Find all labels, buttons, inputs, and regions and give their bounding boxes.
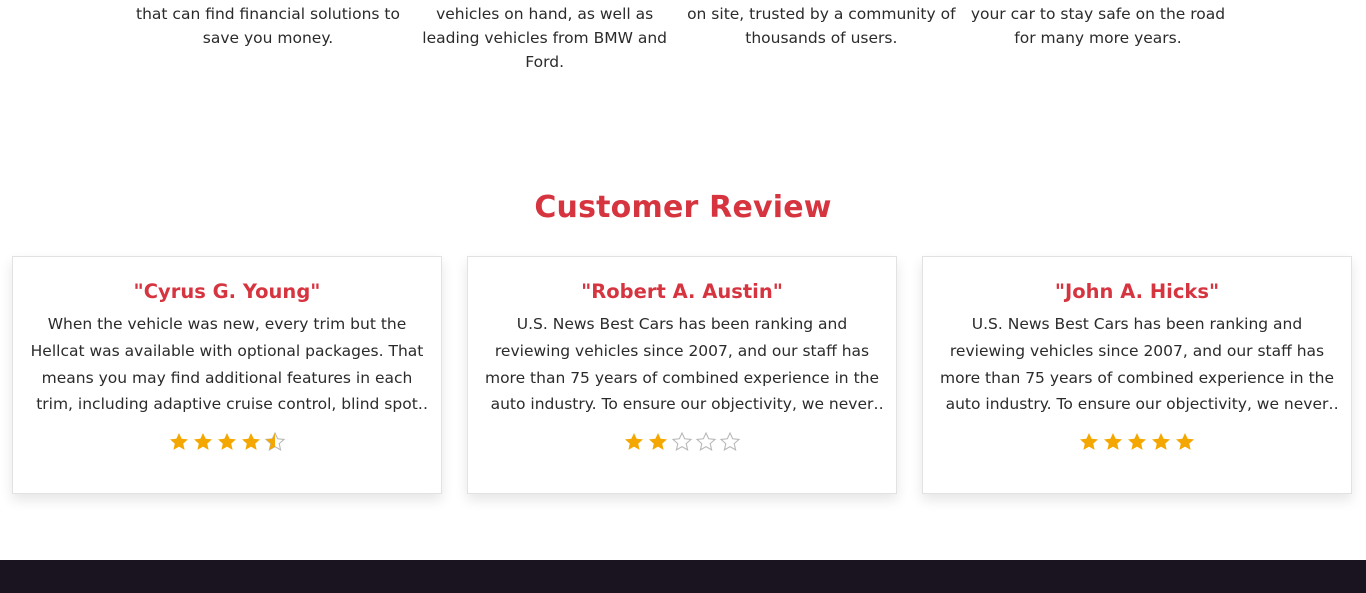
reviewer-name: "John A. Hicks" (1054, 280, 1220, 303)
star-full-icon (625, 433, 643, 450)
review-card: "John A. Hicks" U.S. News Best Cars has … (922, 256, 1352, 494)
features-row: Our stress-free finance department that … (130, 0, 1236, 74)
reviews-list: "Cyrus G. Young" When the vehicle was ne… (12, 256, 1354, 495)
star-full-icon (1176, 433, 1194, 450)
star-rating (27, 431, 427, 453)
feature-finance: Our stress-free finance department that … (136, 5, 400, 47)
feature-vehicles: With a robust selection of popular vehic… (422, 5, 667, 71)
star-rating (482, 431, 882, 453)
star-full-icon (1152, 433, 1170, 450)
footer-bar (0, 560, 1366, 593)
reviewer-name: "Robert A. Austin" (581, 280, 783, 303)
review-text: U.S. News Best Cars has been ranking and… (939, 315, 1335, 414)
page: Our stress-free finance department that … (0, 0, 1366, 593)
star-empty-icon (671, 431, 693, 451)
feature-offers: 10 new offers every day. 350 offers on s… (687, 5, 956, 47)
star-full-icon (170, 433, 188, 450)
section-title: Customer Review (534, 190, 832, 225)
star-full-icon (1104, 433, 1122, 450)
reviewer-name: "Cyrus G. Young" (133, 280, 321, 303)
star-full-icon (649, 433, 667, 450)
feature-service: Our service department maintain your car… (970, 5, 1226, 47)
star-full-icon (194, 433, 212, 450)
review-text: U.S. News Best Cars has been ranking and… (484, 315, 880, 414)
star-empty-icon (695, 431, 717, 451)
review-card: "Cyrus G. Young" When the vehicle was ne… (12, 256, 442, 494)
review-card: "Robert A. Austin" U.S. News Best Cars h… (467, 256, 897, 494)
star-empty-icon (719, 431, 741, 451)
review-text: When the vehicle was new, every trim but… (30, 315, 424, 414)
star-full-icon (242, 433, 260, 450)
star-full-icon (1080, 433, 1098, 450)
star-full-icon (218, 433, 236, 450)
star-rating (937, 431, 1337, 453)
star-half-icon (264, 431, 286, 451)
star-full-icon (1128, 433, 1146, 450)
